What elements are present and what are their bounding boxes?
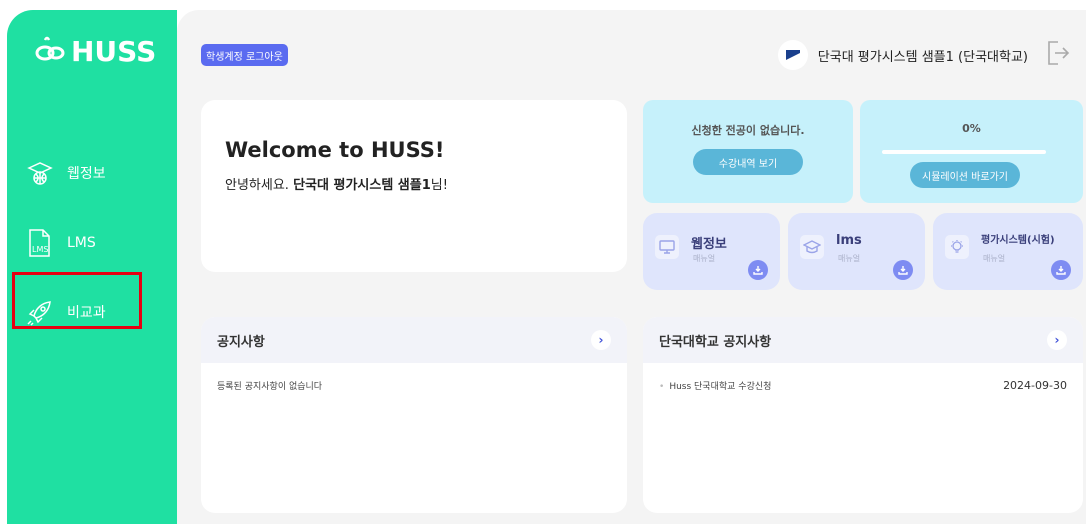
- school-notice-panel: 단국대학교 공지사항 › Huss 단국대학교 수강신청 2024-09-30: [643, 317, 1083, 513]
- lms-document-icon: LMS: [25, 228, 55, 258]
- notice-title: 공지사항: [217, 334, 265, 350]
- logo[interactable]: HUSS: [35, 34, 156, 68]
- simulation-progress-bar: [882, 150, 1046, 154]
- logo-text: HUSS: [71, 34, 157, 68]
- major-card-title: 신청한 전공이 없습니다.: [691, 124, 805, 137]
- chevron-right-icon[interactable]: ›: [591, 330, 611, 350]
- school-notice-header: 단국대학교 공지사항 ›: [643, 317, 1083, 363]
- user-area: 단국대 평가시스템 샘플1 (단국대학교): [777, 40, 1070, 70]
- list-item[interactable]: Huss 단국대학교 수강신청 2024-09-30: [659, 379, 1067, 392]
- sidebar-item-webinfo[interactable]: 웹정보: [25, 158, 106, 188]
- course-history-button[interactable]: 수강내역 보기: [693, 149, 803, 175]
- manual-title: lms: [836, 233, 862, 248]
- manual-sub: 매뉴얼: [693, 254, 716, 263]
- school-flag-icon: [777, 40, 808, 70]
- user-name: 단국대 평가시스템 샘플1 (단국대학교): [817, 49, 1028, 65]
- download-icon[interactable]: [1051, 260, 1071, 280]
- simulation-percent: 0%: [962, 122, 981, 135]
- welcome-greeting: 안녕하세요. 단국대 평가시스템 샘플1님!: [225, 174, 448, 193]
- manual-sub: 매뉴얼: [838, 254, 861, 263]
- chevron-right-icon[interactable]: ›: [1047, 330, 1067, 350]
- greeting-name: 단국대 평가시스템 샘플1: [293, 178, 431, 193]
- logo-icon: [35, 36, 65, 66]
- manual-card-webinfo[interactable]: 웹정보 매뉴얼: [643, 213, 780, 290]
- notice-empty-text: 등록된 공지사항이 없습니다: [217, 382, 323, 392]
- sidebar-item-label: 웹정보: [67, 166, 106, 182]
- manual-title: 웹정보: [691, 237, 727, 252]
- graduation-cap-icon: [800, 235, 824, 259]
- manual-card-lms[interactable]: lms 매뉴얼: [788, 213, 925, 290]
- svg-text:LMS: LMS: [32, 245, 48, 254]
- graduation-globe-icon: [25, 158, 55, 188]
- manual-title: 평가시스템(시험): [981, 235, 1055, 246]
- student-logout-button[interactable]: 학생계정 로그아웃: [201, 44, 288, 66]
- sidebar-item-lms[interactable]: LMS LMS: [25, 228, 96, 258]
- notice-item-date: 2024-09-30: [1003, 379, 1067, 392]
- highlight-frame: [12, 272, 142, 329]
- school-notice-title: 단국대학교 공지사항: [659, 334, 772, 350]
- simulation-card: 0% 시뮬레이션 바로가기: [860, 100, 1083, 203]
- welcome-card: Welcome to HUSS! 안녕하세요. 단국대 평가시스템 샘플1님!: [201, 100, 627, 272]
- greeting-prefix: 안녕하세요.: [225, 178, 294, 193]
- welcome-title: Welcome to HUSS!: [225, 138, 445, 162]
- greeting-suffix: 님!: [430, 178, 448, 193]
- major-card: 신청한 전공이 없습니다. 수강내역 보기: [643, 100, 853, 203]
- download-icon[interactable]: [748, 260, 768, 280]
- simulation-button[interactable]: 시뮬레이션 바로가기: [910, 162, 1020, 188]
- notice-header: 공지사항 ›: [201, 317, 627, 363]
- manual-sub: 매뉴얼: [983, 254, 1006, 263]
- download-icon[interactable]: [893, 260, 913, 280]
- manual-card-evaluation[interactable]: 평가시스템(시험) 매뉴얼: [933, 213, 1083, 290]
- main-panel: 학생계정 로그아웃 단국대 평가시스템 샘플1 (단국대학교) Welcome …: [177, 10, 1086, 524]
- notice-panel: 공지사항 › 등록된 공지사항이 없습니다: [201, 317, 627, 513]
- sidebar-item-label: LMS: [67, 235, 96, 251]
- lightbulb-icon: [945, 235, 969, 259]
- monitor-icon: [655, 235, 679, 259]
- sidebar: HUSS 웹정보 LMS LMS 비교과: [7, 10, 177, 524]
- notice-item-title[interactable]: Huss 단국대학교 수강신청: [659, 379, 771, 392]
- logout-icon[interactable]: [1046, 40, 1070, 70]
